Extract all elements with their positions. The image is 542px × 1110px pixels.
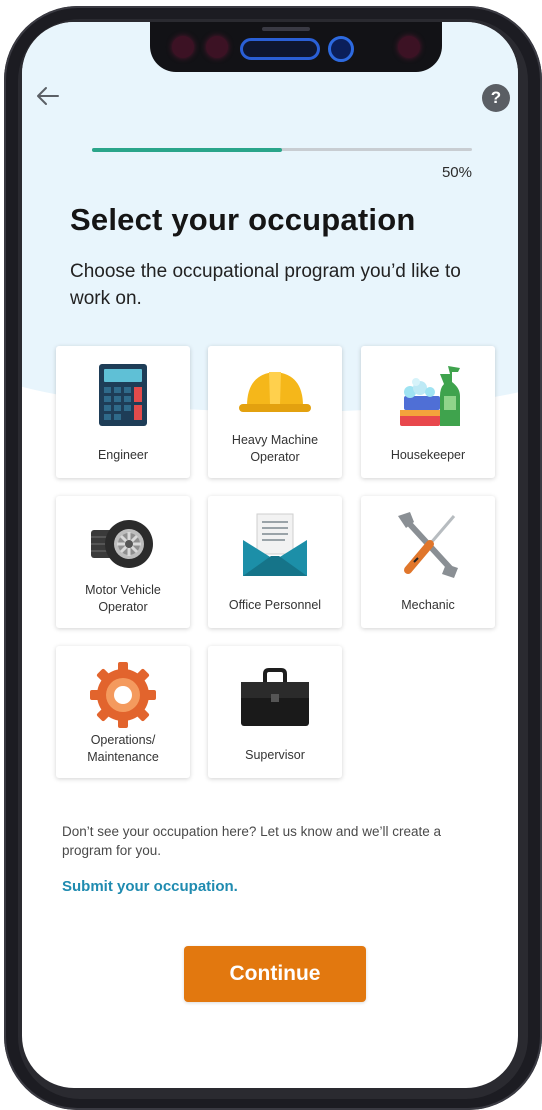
help-button[interactable]: ?: [482, 84, 510, 112]
occupation-label: Supervisor: [245, 748, 305, 762]
missing-occupation-prompt: Don’t see your occupation here? Let us k…: [62, 824, 441, 858]
front-camera: [328, 36, 354, 62]
progress-percent: 50%: [441, 164, 472, 181]
occupation-label: Office Personnel: [228, 598, 322, 612]
submit-occupation-link[interactable]: Submit your occupation.: [62, 878, 238, 895]
occupation-label: Motor Vehicle Operator: [85, 583, 161, 614]
progress-bar-fill: [92, 147, 282, 152]
occupation-label: Mechanic: [401, 598, 455, 612]
speaker-grill: [262, 27, 310, 31]
phone-notch: [150, 22, 442, 72]
occupation-card-motor-vehicle-operator[interactable]: Motor Vehicle Operator: [56, 496, 190, 628]
arrow-left-icon: [37, 87, 59, 105]
wrench-screwdriver-icon: [398, 512, 458, 578]
occupation-label: Engineer: [97, 448, 149, 462]
occupation-card-heavy-machine-operator[interactable]: Heavy Machine Operator: [208, 346, 342, 478]
app-screen: ? 50% Select your occupation Choose the …: [22, 22, 518, 1088]
sensor-dot: [206, 36, 228, 58]
gear-icon: [90, 662, 156, 728]
question-mark-icon: ?: [490, 88, 502, 107]
occupation-card-office-personnel[interactable]: Office Personnel: [208, 496, 342, 628]
calculator-icon: [99, 364, 147, 426]
occupation-label: Housekeeper: [390, 448, 466, 462]
continue-button[interactable]: Continue: [184, 946, 366, 1002]
face-id-sensor: [240, 38, 320, 60]
briefcase-icon: [241, 668, 309, 726]
page-title: Select your occupation: [70, 202, 416, 237]
occupation-card-operations-maintenance[interactable]: Operations/ Maintenance: [56, 646, 190, 778]
hard-hat-icon: [239, 372, 311, 412]
occupation-card-housekeeper[interactable]: Housekeeper: [361, 346, 495, 478]
sensor-dot: [398, 36, 420, 58]
sensor-dot: [172, 36, 194, 58]
occupation-card-mechanic[interactable]: Mechanic: [361, 496, 495, 628]
progress-bar: [92, 147, 472, 152]
cleaning-supplies-icon: [400, 366, 460, 426]
back-button[interactable]: [34, 82, 62, 110]
occupation-card-supervisor[interactable]: Supervisor: [208, 646, 342, 778]
tire-icon: [91, 520, 153, 568]
envelope-icon: [243, 513, 307, 576]
occupation-label: Operations/ Maintenance: [87, 733, 159, 764]
occupation-card-engineer[interactable]: Engineer: [56, 346, 190, 478]
page-subtitle: Choose the occupational program you’d li…: [70, 261, 461, 309]
occupation-label: Heavy Machine Operator: [231, 433, 319, 464]
